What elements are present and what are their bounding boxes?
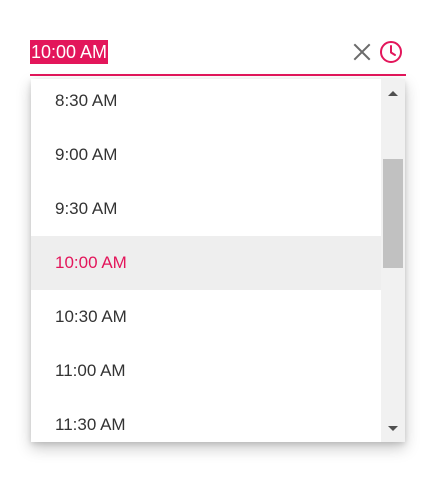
clock-icon[interactable]: [379, 40, 403, 64]
triangle-up-icon[interactable]: [388, 91, 398, 96]
close-icon[interactable]: [352, 42, 372, 62]
list-item[interactable]: 9:00 AM: [31, 128, 381, 182]
scrollbar-thumb[interactable]: [383, 159, 403, 268]
list-item[interactable]: 11:00 AM: [31, 344, 381, 398]
time-list: 8:30 AM 9:00 AM 9:30 AM 10:00 AM 10:30 A…: [31, 79, 381, 442]
scrollbar[interactable]: [381, 79, 405, 442]
triangle-down-icon[interactable]: [388, 426, 398, 431]
list-item-selected[interactable]: 10:00 AM: [31, 236, 381, 290]
list-item[interactable]: 9:30 AM: [31, 182, 381, 236]
list-item[interactable]: 8:30 AM: [31, 79, 381, 128]
time-input[interactable]: 10:00 AM: [30, 38, 406, 76]
time-input-value[interactable]: 10:00 AM: [30, 40, 109, 64]
list-item[interactable]: 11:30 AM: [31, 398, 381, 442]
list-item[interactable]: 10:30 AM: [31, 290, 381, 344]
time-popup: 8:30 AM 9:00 AM 9:30 AM 10:00 AM 10:30 A…: [31, 79, 405, 442]
